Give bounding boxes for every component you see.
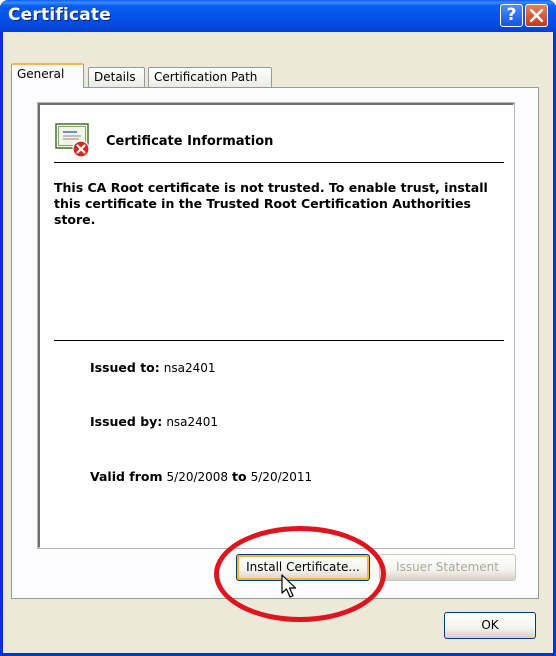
help-button[interactable]: ? bbox=[500, 4, 523, 27]
trust-warning-message: This CA Root certificate is not trusted.… bbox=[54, 180, 488, 227]
issued-to-field: Issued to: nsa2401 bbox=[90, 360, 216, 375]
issued-by-field: Issued by: nsa2401 bbox=[90, 414, 218, 429]
divider bbox=[54, 340, 504, 341]
certificate-error-icon bbox=[55, 123, 90, 158]
certificate-info-heading: Certificate Information bbox=[106, 134, 274, 149]
valid-to-label: to bbox=[232, 469, 247, 484]
issuer-statement-button: Issuer Statement bbox=[379, 554, 516, 581]
issued-by-label: Issued by: bbox=[90, 414, 163, 429]
close-icon bbox=[530, 9, 543, 22]
valid-from-label: Valid from bbox=[90, 469, 163, 484]
tab-general[interactable]: General bbox=[11, 63, 84, 88]
certificate-info-box: Certificate Information This CA Root cer… bbox=[37, 102, 515, 549]
tab-certification-path[interactable]: Certification Path bbox=[148, 67, 272, 87]
help-icon: ? bbox=[506, 5, 517, 25]
ok-button[interactable]: OK bbox=[444, 612, 536, 639]
divider bbox=[54, 162, 504, 163]
issued-to-label: Issued to: bbox=[90, 360, 160, 375]
close-button[interactable] bbox=[525, 4, 548, 27]
general-tab-panel: Certificate Information This CA Root cer… bbox=[11, 87, 539, 599]
issued-to-value: nsa2401 bbox=[163, 361, 216, 375]
mouse-pointer-icon bbox=[281, 574, 297, 598]
window-title: Certificate bbox=[8, 5, 111, 25]
issued-by-value: nsa2401 bbox=[166, 415, 219, 429]
tab-details[interactable]: Details bbox=[88, 67, 145, 87]
title-bar[interactable]: Certificate ? bbox=[0, 0, 556, 32]
valid-from-value: 5/20/2008 bbox=[166, 470, 229, 484]
valid-to-value: 5/20/2011 bbox=[250, 470, 313, 484]
validity-field: Valid from 5/20/2008 to 5/20/2011 bbox=[90, 469, 312, 484]
